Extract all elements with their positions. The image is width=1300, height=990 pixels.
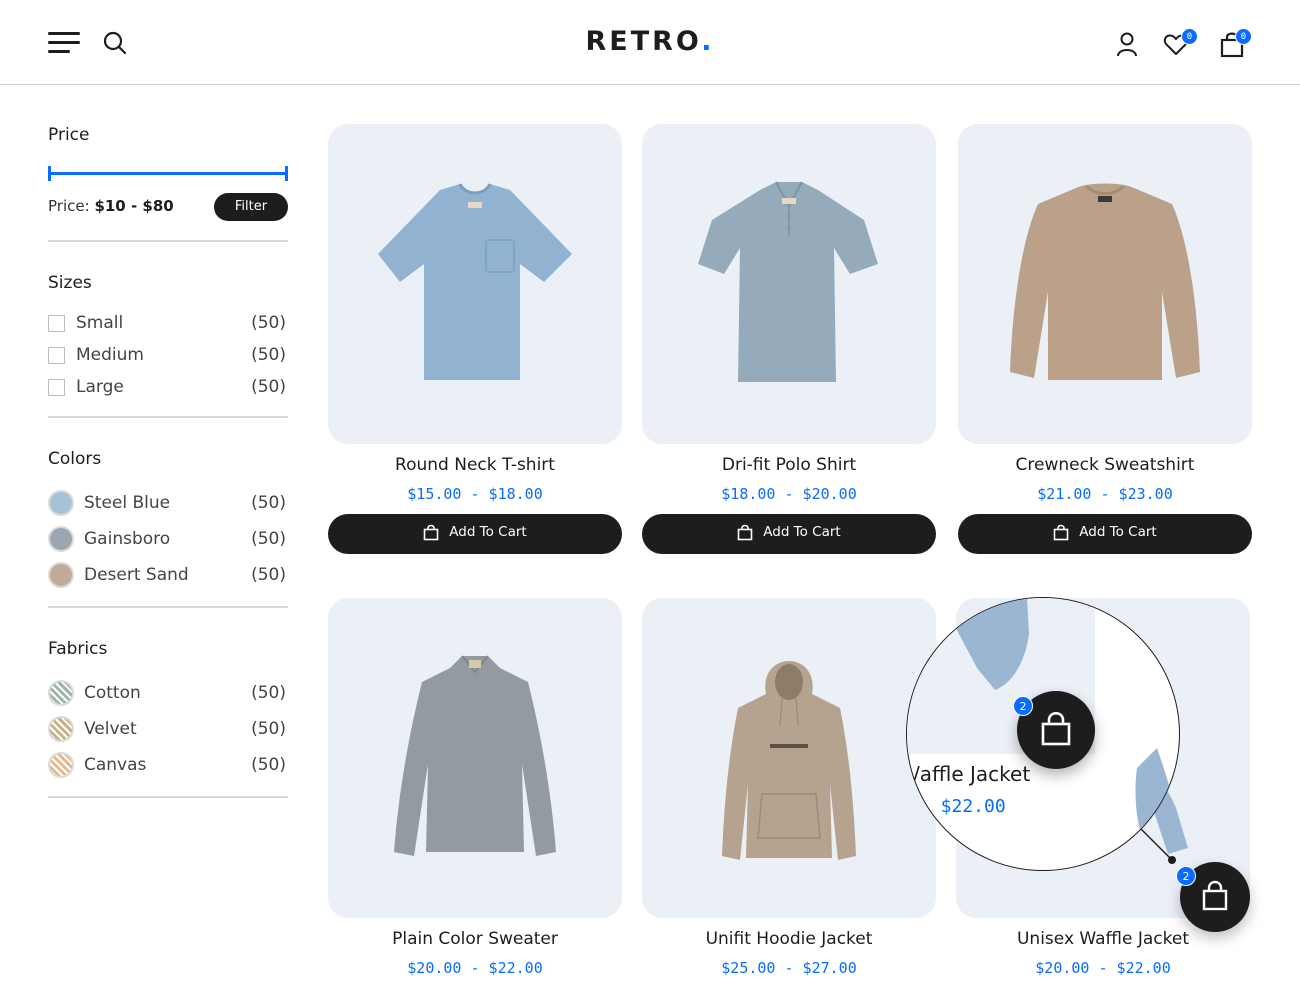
size-checkbox[interactable]	[48, 379, 65, 396]
add-to-cart-button[interactable]: Add To Cart	[328, 514, 622, 554]
color-option-desert-sand[interactable]: Desert Sand (50)	[48, 562, 288, 588]
color-count: (50)	[251, 493, 286, 513]
color-label: Desert Sand	[84, 565, 189, 585]
product-price: $20.00 - $22.00	[407, 959, 543, 977]
fabric-option-velvet[interactable]: Velvet (50)	[48, 716, 288, 742]
size-option-small[interactable]: Small (50)	[48, 310, 288, 336]
color-count: (50)	[251, 529, 286, 549]
sweater-illustration	[394, 655, 556, 856]
color-label: Steel Blue	[84, 493, 171, 513]
cart-count-badge: 0	[1235, 28, 1252, 45]
product-image[interactable]	[958, 124, 1252, 444]
divider	[48, 240, 288, 242]
size-count: (50)	[251, 377, 286, 397]
color-swatch[interactable]	[48, 526, 74, 552]
size-label: Large	[76, 377, 124, 397]
divider	[48, 606, 288, 608]
color-swatch[interactable]	[48, 562, 74, 588]
product-name[interactable]: Round Neck T-shirt	[328, 455, 622, 475]
product-image[interactable]	[642, 598, 936, 918]
site-header: RETRO. 0 0	[0, 0, 1300, 85]
color-label: Gainsboro	[84, 529, 171, 549]
product-price: $21.00 - $23.00	[1037, 485, 1173, 503]
size-label: Small	[76, 313, 124, 333]
tshirt-illustration	[378, 183, 572, 380]
fabric-label: Canvas	[84, 755, 147, 775]
fabric-swatch[interactable]	[48, 716, 74, 742]
fabric-option-canvas[interactable]: Canvas (50)	[48, 752, 288, 778]
product-name[interactable]: Plain Color Sweater	[328, 929, 622, 949]
price-max-handle[interactable]	[285, 166, 288, 181]
sizes-filter-title: Sizes	[48, 273, 92, 293]
product-price: $18.00 - $20.00	[721, 485, 857, 503]
size-checkbox[interactable]	[48, 315, 65, 332]
hoodie-illustration	[722, 661, 856, 860]
zoom-magnifier: /affle Jacket - $22.00 2	[906, 597, 1180, 871]
price-range-slider[interactable]	[48, 166, 288, 181]
floating-cart-badge: 2	[1176, 866, 1196, 886]
size-checkbox[interactable]	[48, 347, 65, 364]
fabric-count: (50)	[251, 719, 286, 739]
price-min-handle[interactable]	[48, 166, 51, 181]
zoomed-product-name: /affle Jacket	[913, 762, 1031, 786]
size-count: (50)	[251, 313, 286, 333]
fabric-swatch[interactable]	[48, 752, 74, 778]
price-range-readout: Price: $10 - $80	[48, 197, 174, 215]
product-image[interactable]	[328, 598, 622, 918]
sweatshirt-illustration	[1010, 183, 1200, 380]
size-label: Medium	[76, 345, 144, 365]
color-option-steel-blue[interactable]: Steel Blue (50)	[48, 490, 288, 516]
product-name[interactable]: Unisex Waffle Jacket	[956, 929, 1250, 949]
filter-button[interactable]: Filter	[214, 193, 288, 221]
bag-icon	[737, 524, 753, 540]
fabric-swatch[interactable]	[48, 680, 74, 706]
zoomed-product-price: - $22.00	[919, 796, 1006, 817]
divider	[48, 796, 288, 798]
zoomed-cart-badge: 2	[1013, 696, 1033, 716]
fabric-option-cotton[interactable]: Cotton (50)	[48, 680, 288, 706]
size-count: (50)	[251, 345, 286, 365]
product-image[interactable]	[642, 124, 936, 444]
colors-filter-title: Colors	[48, 449, 102, 469]
fabrics-filter-title: Fabrics	[48, 639, 108, 659]
bag-icon	[423, 524, 439, 540]
product-price: $20.00 - $22.00	[1035, 959, 1171, 977]
product-image[interactable]	[328, 124, 622, 444]
color-option-gainsboro[interactable]: Gainsboro (50)	[48, 526, 288, 552]
size-option-large[interactable]: Large (50)	[48, 374, 288, 400]
fabric-count: (50)	[251, 683, 286, 703]
site-logo[interactable]: RETRO.	[0, 26, 1300, 57]
fabric-count: (50)	[251, 755, 286, 775]
price-filter-title: Price	[48, 125, 90, 145]
user-icon[interactable]	[1113, 30, 1141, 58]
product-price: $15.00 - $18.00	[407, 485, 543, 503]
size-option-medium[interactable]: Medium (50)	[48, 342, 288, 368]
wishlist-count-badge: 0	[1181, 28, 1198, 45]
fabric-label: Velvet	[84, 719, 137, 739]
divider	[48, 416, 288, 418]
color-swatch[interactable]	[48, 490, 74, 516]
color-count: (50)	[251, 565, 286, 585]
add-to-cart-button[interactable]: Add To Cart	[958, 514, 1252, 554]
fabric-label: Cotton	[84, 683, 141, 703]
add-to-cart-button[interactable]: Add To Cart	[642, 514, 936, 554]
product-name[interactable]: Dri-fit Polo Shirt	[642, 455, 936, 475]
product-price: $25.00 - $27.00	[721, 959, 857, 977]
product-name[interactable]: Unifit Hoodie Jacket	[642, 929, 936, 949]
product-name[interactable]: Crewneck Sweatshirt	[958, 455, 1252, 475]
bag-icon	[1053, 524, 1069, 540]
polo-shirt-illustration	[698, 181, 878, 382]
